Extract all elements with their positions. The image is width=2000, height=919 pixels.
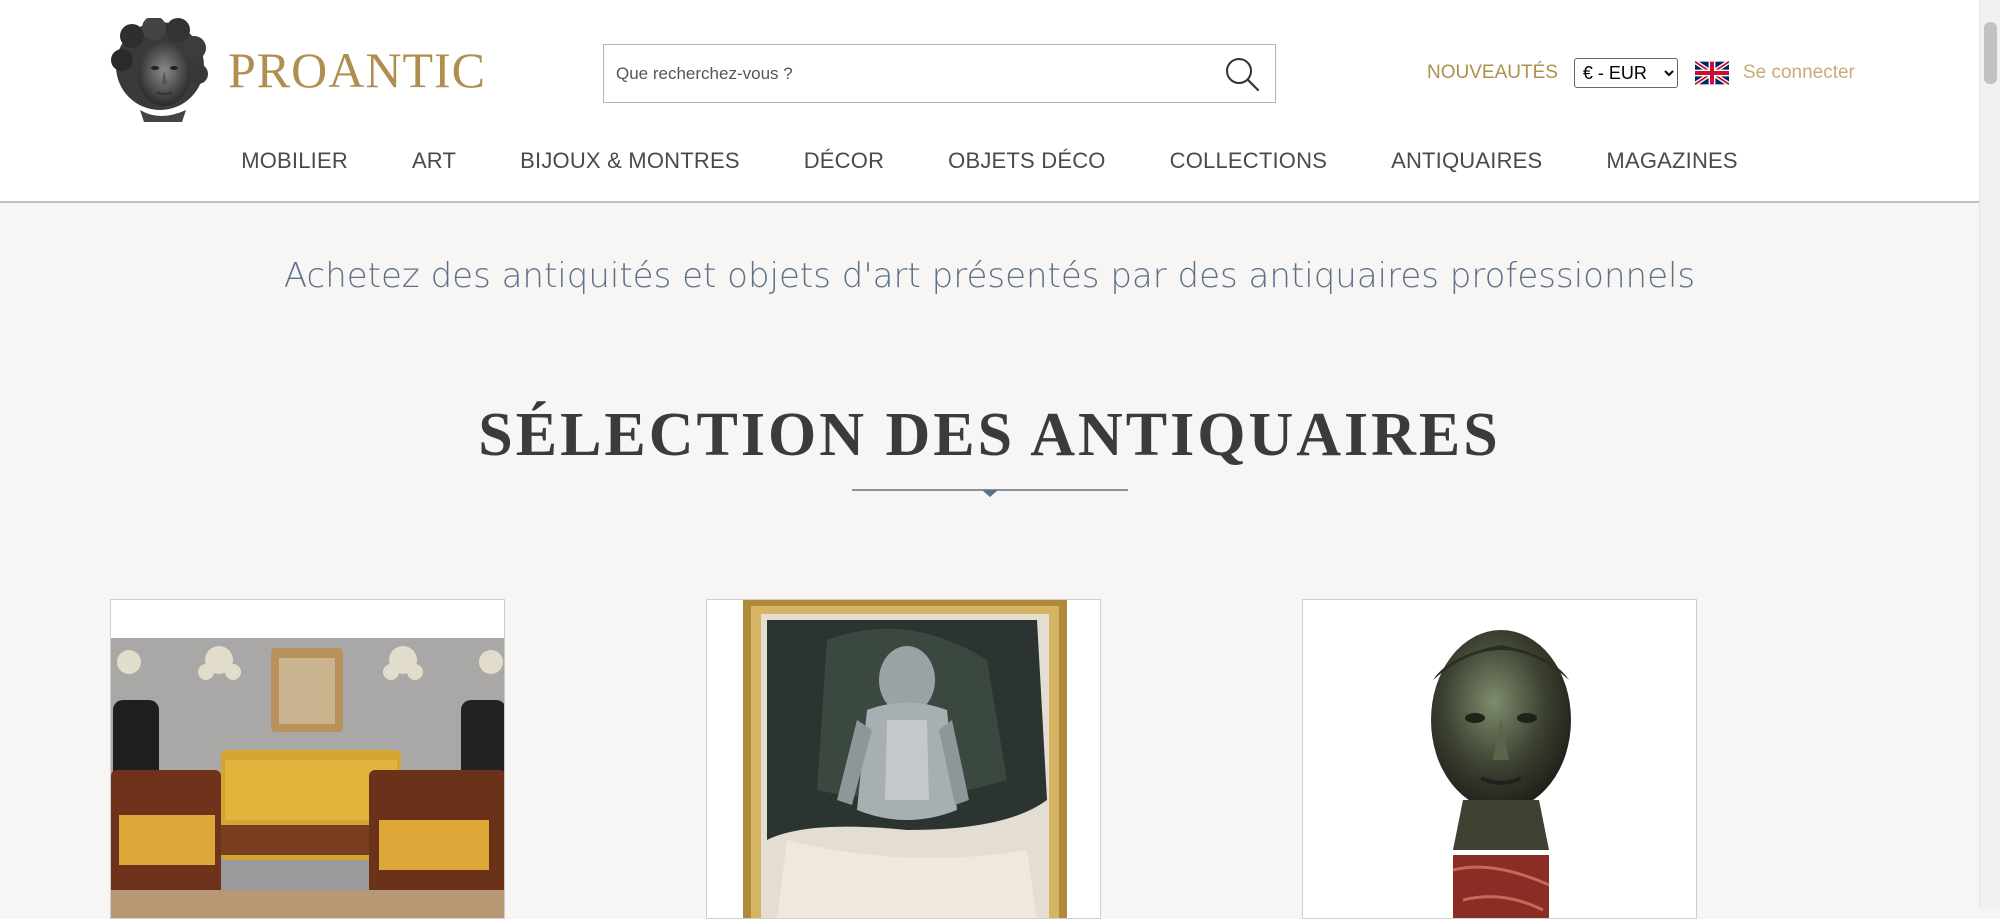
scrollbar-thumb[interactable] (1984, 22, 1997, 84)
nav-item-objets-deco[interactable]: OBJETS DÉCO (948, 148, 1105, 174)
logo-bust-icon (111, 18, 208, 122)
nav-item-magazines[interactable]: MAGAZINES (1606, 148, 1737, 174)
tagline: Achetez des antiquités et objets d'art p… (283, 256, 1696, 296)
search-icon[interactable] (1223, 55, 1261, 93)
nouveautes-link[interactable]: NOUVEAUTÉS (1427, 62, 1558, 84)
product-card-painting[interactable] (706, 599, 1101, 919)
title-divider (852, 489, 1128, 497)
nav-item-mobilier[interactable]: MOBILIER (241, 148, 348, 174)
product-image-salon (111, 600, 504, 918)
site-header: PROANTIC NOUVEAUTÉS € - EUR Se connecter… (0, 0, 1979, 203)
nav-item-decor[interactable]: DÉCOR (804, 148, 884, 174)
uk-flag-icon[interactable] (1694, 61, 1729, 85)
product-image-bust (1303, 600, 1696, 918)
currency-select[interactable]: € - EUR (1573, 58, 1678, 88)
search-box (603, 44, 1276, 103)
page-scrollbar[interactable] (1979, 0, 2000, 908)
nav-item-art[interactable]: ART (412, 148, 456, 174)
section-title: SÉLECTION DES ANTIQUAIRES (478, 401, 1501, 469)
logo-text: PROANTIC (228, 42, 487, 98)
product-image-painting (707, 600, 1100, 918)
product-card-bust[interactable] (1302, 599, 1697, 919)
product-card-salon[interactable] (110, 599, 505, 919)
nav-item-antiquaires[interactable]: ANTIQUAIRES (1391, 148, 1542, 174)
login-link[interactable]: Se connecter (1743, 62, 1855, 84)
nav-item-collections[interactable]: COLLECTIONS (1170, 148, 1327, 174)
header-actions: NOUVEAUTÉS € - EUR Se connecter (1427, 56, 1855, 90)
main-nav: MOBILIER ART BIJOUX & MONTRES DÉCOR OBJE… (0, 148, 1979, 174)
search-input[interactable] (604, 45, 1204, 102)
logo-link[interactable]: PROANTIC (110, 18, 486, 122)
nav-item-bijoux-montres[interactable]: BIJOUX & MONTRES (520, 148, 740, 174)
